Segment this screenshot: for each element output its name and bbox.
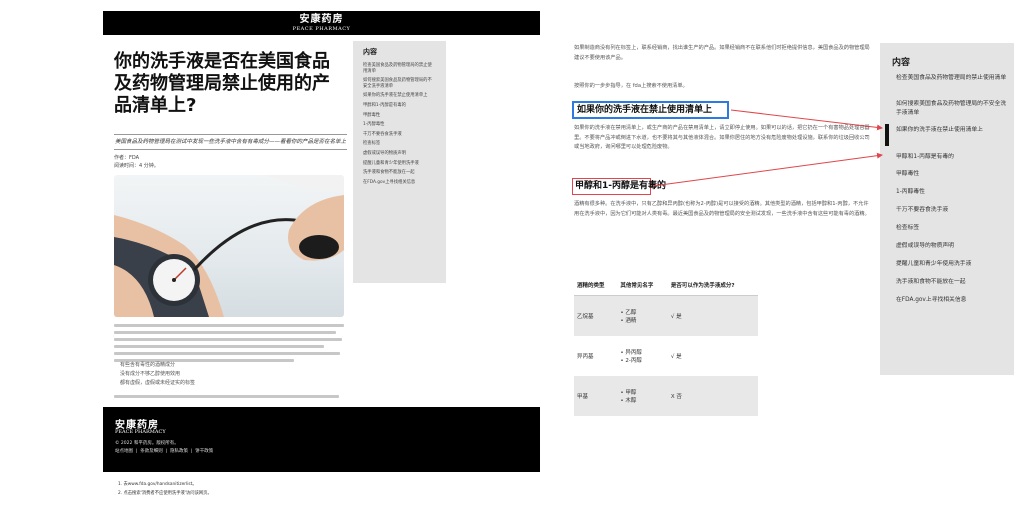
table-header: 酒精的类型	[574, 275, 618, 296]
toc-link[interactable]: 如果你的洗手液在禁止使用清单上	[363, 93, 436, 99]
footer-link-cookies[interactable]: 饼干政策	[195, 449, 213, 454]
footer-tagline: PEACE PHARMACY	[115, 429, 166, 435]
toc-link[interactable]: 提醒儿童和青少年使用洗手液	[896, 260, 1008, 269]
toc-link[interactable]: 虚假或误导的物质声明	[896, 242, 1008, 251]
header-bar: 安康药房 PEACE PHARMACY	[103, 11, 540, 35]
bullet-item: 都有虚假，虚假或未经证实的标签	[120, 380, 196, 386]
page-title: 你的洗手液是否在美国食品及药物管理局禁止使用的产品清单上?	[114, 51, 330, 116]
alt-name: 酒精	[620, 316, 664, 324]
alcohol-type: 异丙基	[577, 353, 594, 360]
toc-link[interactable]: 甲醇毒性	[363, 113, 436, 119]
blood-pressure-illustration	[114, 175, 344, 317]
footer-links: 站点地图 | 条款及细则 | 隐私政策 | 饼干政策	[115, 449, 214, 454]
section-heading-toxic: 甲醇和1-丙醇是有毒的	[572, 178, 666, 195]
paragraph-alcohols: 酒精有很多种。在洗手液中，只有乙醇和异丙醇(也称为2-丙醇)是可以接受的酒精。其…	[574, 201, 870, 217]
bullet-item: 有些含有毒性的酒精成分	[120, 362, 176, 368]
table-header: 是否可以作为洗手液成分?	[667, 275, 758, 296]
alt-name: 异丙醇	[620, 348, 664, 356]
toc-link[interactable]: 千万不要吞食洗手液	[363, 132, 436, 138]
toc-sidebar-small: 内容 检查美国食品及药物管理局的禁止使用清单 如何搜索美国食品及药物管理局的不安全…	[353, 41, 446, 283]
toc-link[interactable]: 如何搜索美国食品及药物管理局的不安全洗手液清单	[896, 100, 1008, 118]
page-preview: 安康药房 PEACE PHARMACY 你的洗手液是否在美国食品及药物管理局禁止…	[103, 11, 540, 472]
author-line: 作者：FDA	[114, 155, 140, 161]
alt-name: 2-丙醇	[620, 356, 664, 364]
toc-link[interactable]: 检查美国食品及药物管理局的禁止使用清单	[896, 74, 1008, 83]
toc-link[interactable]: 检查标签	[363, 141, 436, 147]
paragraph-steps: 按照你的一步步指导，在 fda上搜索不使用清单。	[574, 83, 688, 89]
table-row: 异丙基 异丙醇2-丙醇 √ 是	[574, 336, 758, 376]
footer-link-terms[interactable]: 条款及细则	[140, 449, 163, 454]
table-row: 乙烷基 乙醇酒精 √ 是	[574, 295, 758, 336]
toc-link[interactable]: 如何搜索美国食品及药物管理局的不安全洗手液清单	[363, 78, 436, 89]
allowed-status: √ 是	[667, 295, 758, 336]
brand-tagline: PEACE PHARMACY	[292, 26, 351, 32]
bullet-item: 没有成分不够乙醇使用效用	[120, 371, 181, 377]
article-body	[114, 324, 346, 366]
paragraph-manufacturer: 如果制造商没有列在标签上，联系经销商，找出谁生产的产品。如果经销商不在联系他们时…	[574, 45, 870, 61]
toc-link[interactable]: 如果你的洗手液在禁止使用清单上	[896, 126, 1008, 135]
alcohol-table: 酒精的类型 其他常见名字 是否可以作为洗手液成分? 乙烷基 乙醇酒精 √ 是 异…	[574, 275, 758, 416]
footer-link-sitemap[interactable]: 站点地图	[115, 449, 133, 454]
note-item: 1. 去www.fda.gov/handsanitizerlist。	[118, 482, 197, 487]
footer-link-privacy[interactable]: 隐私政策	[170, 449, 188, 454]
footer: 安康药房 PEACE PHARMACY © 2022 和平药房。版权所有。 站点…	[103, 407, 540, 472]
toc-link[interactable]: 洗手液和食物不能放在一起	[896, 278, 1008, 287]
alt-name: 乙醇	[620, 308, 664, 316]
article-subtitle: 美国食品及药物管理局在测试中发现一些洗手液中含有有毒成分——看看你的产品是否在名…	[114, 134, 347, 150]
table-header: 其他常见名字	[617, 275, 668, 296]
toc-link[interactable]: 1-丙醇毒性	[363, 122, 436, 128]
toc-link[interactable]: 1-丙醇毒性	[896, 188, 1008, 197]
toc-link[interactable]: 检查标签	[896, 224, 1008, 233]
alt-name: 甲醇	[620, 388, 664, 396]
article-body-end	[114, 395, 346, 402]
step-notes: 1. 去www.fda.gov/handsanitizerlist。 2. 点击…	[118, 480, 212, 498]
toc-title: 内容	[363, 48, 377, 56]
table-row: 甲基 甲醇木醇 X 否	[574, 375, 758, 416]
copyright: © 2022 和平药房。版权所有。	[115, 441, 179, 446]
toc-link[interactable]: 检查美国食品及药物管理局的禁止使用清单	[363, 63, 436, 74]
active-indicator	[885, 124, 889, 146]
toc-link[interactable]: 洗手液和食物不能放在一起	[363, 170, 436, 176]
toc-link[interactable]: 在FDA.gov上寻找相关信息	[896, 296, 1008, 305]
note-item: 2. 点击搜索'消费者不应使用洗手液'访问该网页。	[118, 491, 212, 496]
toc-sidebar: 内容 检查美国食品及药物管理局的禁止使用清单如何搜索美国食品及药物管理局的不安全…	[880, 43, 1014, 375]
brand-logo[interactable]: 安康药房	[103, 11, 540, 26]
toc-link[interactable]: 虚假或误导的物质声明	[363, 151, 436, 157]
toc-link[interactable]: 千万不要吞食洗手液	[896, 206, 1008, 215]
alcohol-type: 乙烷基	[574, 295, 618, 336]
section-heading-banned: 如果你的洗手液在禁止使用清单上	[572, 101, 729, 119]
toc-title: 内容	[892, 58, 911, 68]
hero-image	[114, 175, 344, 317]
toc-link[interactable]: 甲醇和1-丙醇是有毒的	[896, 153, 1008, 162]
allowed-status: X 否	[667, 375, 758, 416]
toc-link[interactable]: 甲醇和1-丙醇是有毒的	[363, 103, 436, 109]
toc-link[interactable]: 提醒儿童和青少年使用洗手液	[363, 161, 436, 167]
allowed-status: √ 是	[670, 353, 682, 360]
paragraph-banned: 如果你的洗手液在禁用清单上，或生产商的产品在禁用清单上，请立即停止使用。如果可以…	[574, 125, 870, 150]
read-time: 阅读时间：4 分钟。	[114, 163, 159, 169]
toc-link[interactable]: 在FDA.gov上寻找相关信息	[363, 180, 436, 186]
alcohol-type: 甲基	[574, 375, 618, 416]
alt-name: 木醇	[620, 396, 664, 404]
toc-link[interactable]: 甲醇毒性	[896, 170, 1008, 179]
